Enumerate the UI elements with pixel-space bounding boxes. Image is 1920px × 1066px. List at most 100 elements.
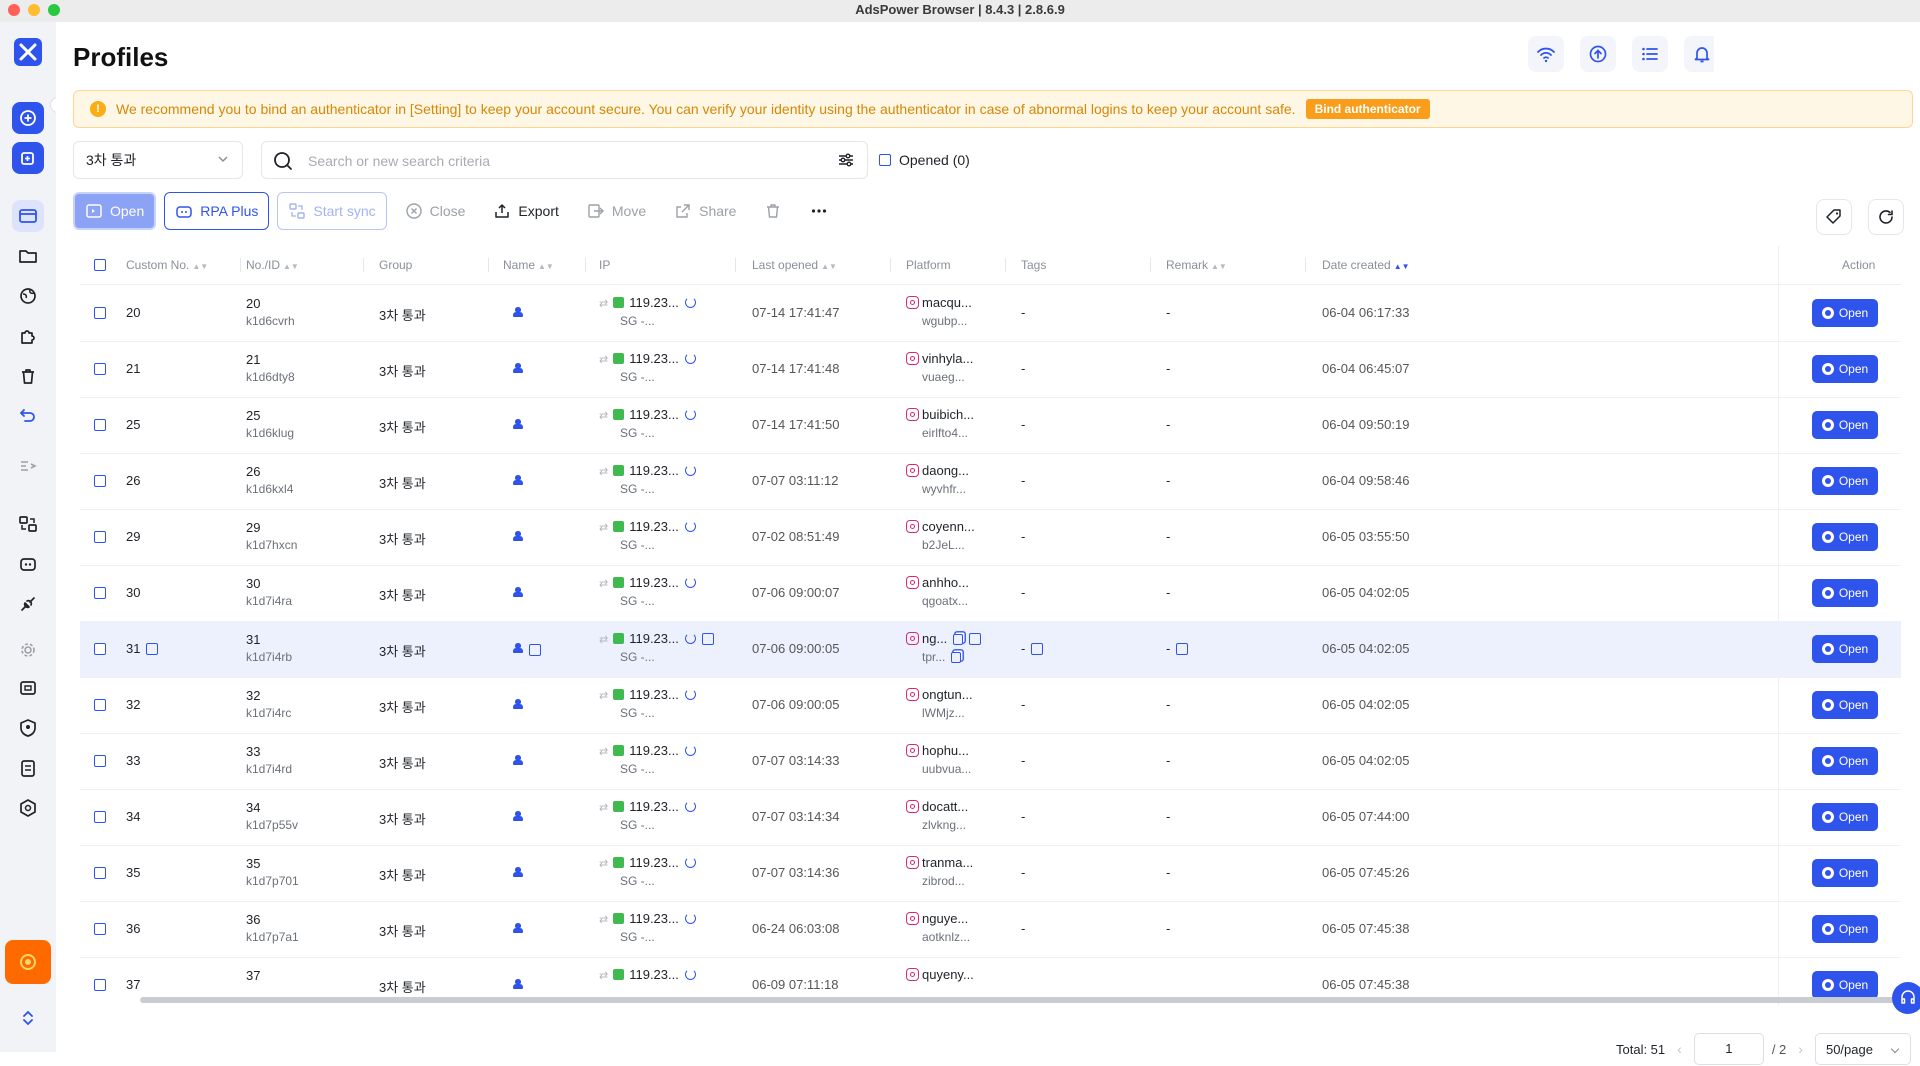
collapse-expand-icon[interactable] bbox=[12, 1002, 44, 1034]
open-profile-button[interactable]: Open bbox=[1812, 579, 1878, 607]
refresh-ip-icon[interactable] bbox=[684, 577, 696, 588]
sidebar-item-rpa[interactable] bbox=[12, 548, 44, 580]
table-row[interactable]: 20 20 k1d6cvrh 3차 통과 ⇄ 119.23... SG -... 07-14 … bbox=[80, 285, 1901, 342]
edit-icon[interactable] bbox=[701, 633, 714, 645]
sidebar-item-profiles[interactable] bbox=[12, 200, 44, 232]
sidebar-item-logs[interactable] bbox=[12, 752, 44, 784]
row-checkbox[interactable] bbox=[94, 867, 106, 879]
sidebar-item-sync[interactable] bbox=[12, 508, 44, 540]
copy-icon[interactable] bbox=[951, 652, 962, 663]
close-window-button[interactable] bbox=[8, 4, 20, 16]
filter-settings-icon[interactable] bbox=[837, 151, 855, 169]
table-row[interactable]: 21 21 k1d6dty8 3차 통과 ⇄ 119.23... SG -... 07-14 … bbox=[80, 341, 1901, 398]
table-row[interactable]: 36 36 k1d7p7a1 3차 통과 ⇄ 119.23... SG -... 06-24 … bbox=[80, 901, 1901, 958]
row-checkbox[interactable] bbox=[94, 755, 106, 767]
table-row[interactable]: 26 26 k1d6kxl4 3차 통과 ⇄ 119.23... SG -... 07-07 … bbox=[80, 453, 1901, 510]
refresh-ip-icon[interactable] bbox=[684, 801, 696, 812]
close-profiles-button[interactable]: Close bbox=[395, 192, 476, 230]
open-profile-button[interactable]: Open bbox=[1812, 915, 1878, 943]
tag-filter-button[interactable] bbox=[1816, 199, 1852, 235]
row-checkbox[interactable] bbox=[94, 475, 106, 487]
refresh-ip-icon[interactable] bbox=[684, 521, 696, 532]
th-custom-no[interactable]: Custom No. ▲▼ bbox=[126, 258, 208, 272]
open-profile-button[interactable]: Open bbox=[1812, 971, 1878, 999]
open-profile-button[interactable]: Open bbox=[1812, 635, 1878, 663]
refresh-ip-icon[interactable] bbox=[684, 633, 696, 644]
sidebar-item-restore[interactable] bbox=[12, 400, 44, 432]
batch-import-button[interactable] bbox=[12, 142, 44, 174]
open-profile-button[interactable]: Open bbox=[1812, 299, 1878, 327]
refresh-ip-icon[interactable] bbox=[684, 969, 696, 980]
th-remark[interactable]: Remark ▲▼ bbox=[1166, 258, 1227, 272]
refresh-ip-icon[interactable] bbox=[684, 913, 696, 924]
delete-button[interactable] bbox=[754, 192, 792, 230]
minimize-window-button[interactable] bbox=[28, 4, 40, 16]
edit-icon[interactable] bbox=[529, 644, 541, 656]
page-size-select[interactable]: 50/page bbox=[1814, 1033, 1911, 1065]
open-profile-button[interactable]: Open bbox=[1812, 803, 1878, 831]
move-button[interactable]: Move bbox=[577, 192, 656, 230]
task-list-icon[interactable] bbox=[1632, 36, 1668, 72]
sidebar-item-api[interactable] bbox=[12, 588, 44, 620]
copy-icon[interactable] bbox=[953, 634, 964, 645]
sidebar-item-proxies[interactable] bbox=[12, 280, 44, 312]
open-profile-button[interactable]: Open bbox=[1812, 747, 1878, 775]
row-checkbox[interactable] bbox=[94, 699, 106, 711]
edit-icon[interactable] bbox=[146, 643, 159, 655]
refresh-ip-icon[interactable] bbox=[684, 297, 696, 308]
share-button[interactable]: Share bbox=[664, 192, 746, 230]
refresh-ip-icon[interactable] bbox=[684, 465, 696, 476]
table-row[interactable]: 31 31 k1d7i4rb 3차 통과 ⇄ 119.23... SG -... 07-06 … bbox=[80, 621, 1901, 678]
refresh-ip-icon[interactable] bbox=[684, 409, 696, 420]
refresh-ip-icon[interactable] bbox=[684, 689, 696, 700]
table-row[interactable]: 33 33 k1d7i4rd 3차 통과 ⇄ 119.23... SG -... 07-07 … bbox=[80, 733, 1901, 790]
table-row[interactable]: 30 30 k1d7i4ra 3차 통과 ⇄ 119.23... SG -... 07-06 … bbox=[80, 565, 1901, 622]
more-actions-button[interactable] bbox=[800, 192, 838, 230]
promotion-icon[interactable] bbox=[5, 940, 51, 984]
next-page-icon[interactable]: › bbox=[1798, 1041, 1803, 1057]
th-date-created[interactable]: Date created ▲▼ bbox=[1322, 258, 1410, 272]
sidebar-item-settings[interactable] bbox=[12, 792, 44, 824]
open-profile-button[interactable]: Open bbox=[1812, 859, 1878, 887]
edit-icon[interactable] bbox=[1176, 643, 1189, 655]
refresh-button[interactable] bbox=[1868, 199, 1904, 235]
open-profile-button[interactable]: Open bbox=[1812, 411, 1878, 439]
start-sync-button[interactable]: Start sync bbox=[277, 192, 387, 230]
row-checkbox[interactable] bbox=[94, 531, 106, 543]
table-row[interactable]: 25 25 k1d6klug 3차 통과 ⇄ 119.23... SG -... 07-14 … bbox=[80, 397, 1901, 454]
open-selected-button[interactable]: Open bbox=[73, 192, 157, 230]
th-no-id[interactable]: No./ID ▲▼ bbox=[246, 258, 299, 272]
th-name[interactable]: Name ▲▼ bbox=[503, 258, 554, 272]
opened-checkbox[interactable] bbox=[879, 154, 891, 166]
row-checkbox[interactable] bbox=[94, 587, 106, 599]
open-profile-button[interactable]: Open bbox=[1812, 523, 1878, 551]
open-profile-button[interactable]: Open bbox=[1812, 355, 1878, 383]
open-profile-button[interactable]: Open bbox=[1812, 691, 1878, 719]
horizontal-scrollbar[interactable] bbox=[140, 997, 1920, 1003]
row-checkbox[interactable] bbox=[94, 307, 106, 319]
th-last-opened[interactable]: Last opened ▲▼ bbox=[752, 258, 837, 272]
refresh-ip-icon[interactable] bbox=[684, 353, 696, 364]
sidebar-item-security[interactable] bbox=[12, 712, 44, 744]
new-profile-button[interactable] bbox=[12, 102, 44, 134]
zoom-window-button[interactable] bbox=[48, 4, 60, 16]
search-input[interactable] bbox=[306, 148, 790, 174]
row-checkbox[interactable] bbox=[94, 419, 106, 431]
group-select[interactable]: 3차 통과 bbox=[73, 141, 243, 179]
opened-filter[interactable]: Opened (0) bbox=[879, 152, 970, 168]
export-button[interactable]: Export bbox=[483, 192, 568, 230]
edit-icon[interactable] bbox=[969, 633, 982, 645]
bind-authenticator-button[interactable]: Bind authenticator bbox=[1305, 99, 1430, 119]
row-checkbox[interactable] bbox=[94, 979, 106, 991]
sidebar-item-billing[interactable] bbox=[12, 672, 44, 704]
row-checkbox[interactable] bbox=[94, 643, 106, 655]
table-row[interactable]: 34 34 k1d7p55v 3차 통과 ⇄ 119.23... SG -... 07-07 … bbox=[80, 789, 1901, 846]
prev-page-icon[interactable]: ‹ bbox=[1677, 1041, 1682, 1057]
sidebar-item-groups[interactable] bbox=[12, 240, 44, 272]
network-wifi-icon[interactable] bbox=[1528, 36, 1564, 72]
automation-section-icon[interactable] bbox=[12, 456, 44, 476]
select-all-checkbox[interactable] bbox=[94, 259, 106, 271]
row-checkbox[interactable] bbox=[94, 811, 106, 823]
sync-upload-icon[interactable] bbox=[1580, 36, 1616, 72]
sidebar-item-extensions[interactable] bbox=[12, 320, 44, 352]
